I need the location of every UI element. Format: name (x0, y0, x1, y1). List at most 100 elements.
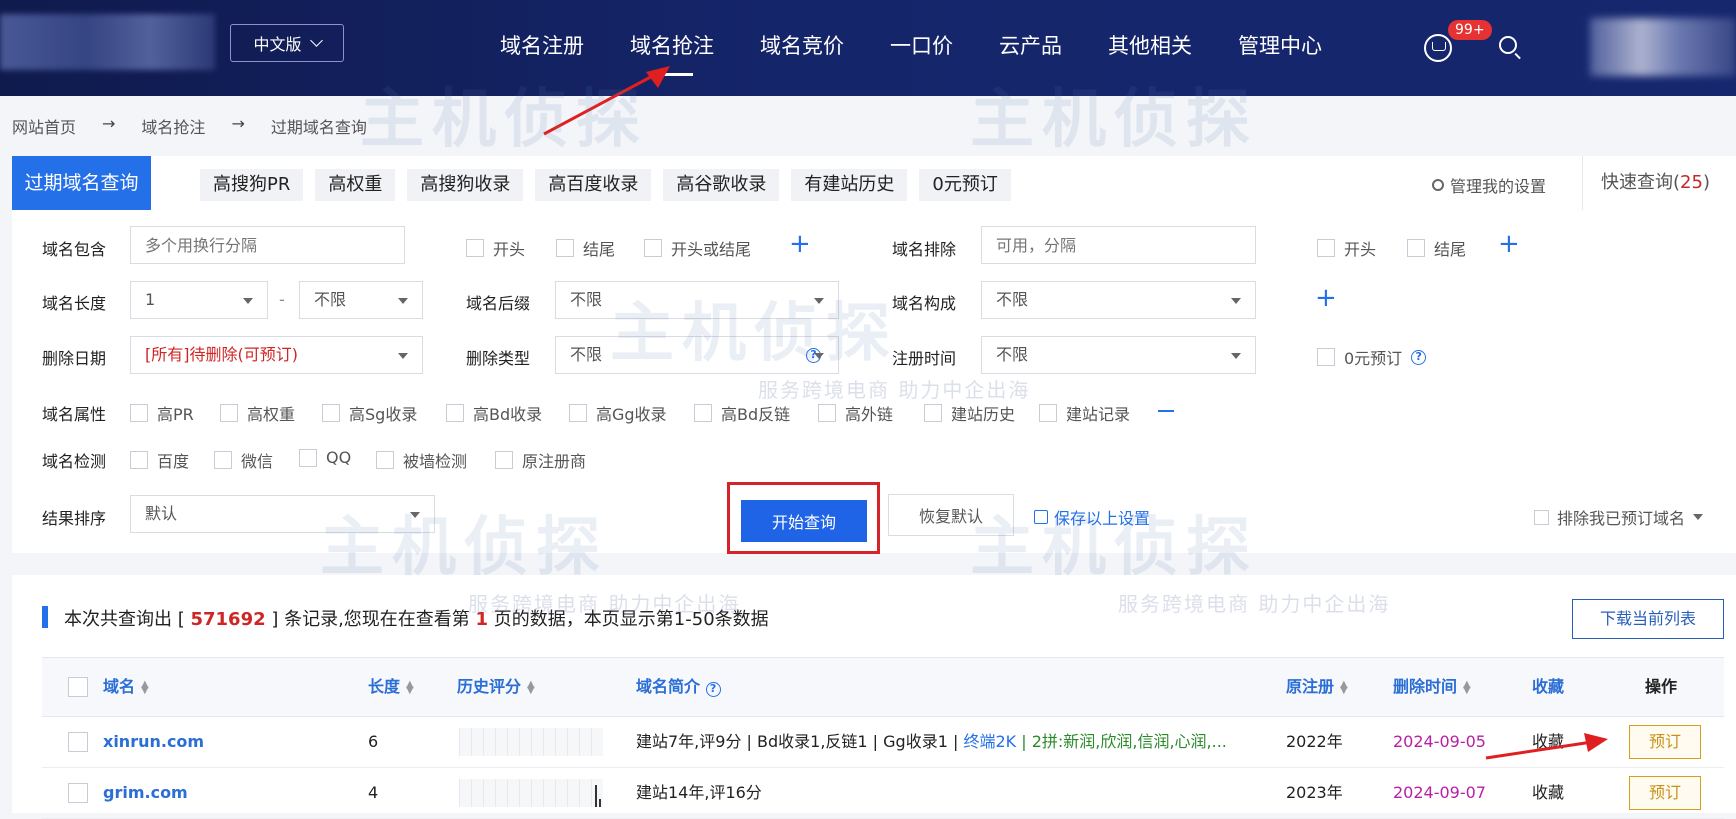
exclude-my-reserved-checkbox[interactable]: 排除我已预订域名 (1534, 505, 1704, 529)
length-max-select[interactable]: 不限 (299, 281, 423, 319)
add-contain-rule-plus-icon[interactable]: + (789, 231, 811, 257)
row-delete-date: 2024-09-05 (1393, 732, 1486, 751)
table-header: 域名 ▲ ▼ 长度 ▲ ▼ 历史评分 ▲ ▼ 域名简介 ? 原注册 ▲ ▼ 删除时间 ▲ ▼ 收藏 … (42, 657, 1724, 717)
contain-end-checkbox[interactable]: 结尾 (556, 236, 615, 260)
delete-date-label: 删除日期 (42, 349, 107, 368)
help-icon[interactable]: ? (806, 348, 821, 363)
col-length[interactable]: 长度 ▲ ▼ (368, 658, 414, 716)
breadcrumb-arrow-icon: → (231, 114, 245, 133)
reg-time-label: 注册时间 (892, 349, 957, 368)
tab-zero-reserve[interactable]: 0元预订 (919, 169, 1011, 201)
attr-high-external-link-checkbox[interactable]: 高外链 (818, 401, 893, 425)
row-domain[interactable]: grim.com (103, 768, 188, 818)
tab-high-sogou-pr[interactable]: 高搜狗PR (200, 169, 304, 201)
col-action: 操作 (1645, 677, 1678, 696)
breadcrumb-snatch[interactable]: 域名抢注 (141, 114, 205, 138)
domain-length-label: 域名长度 (42, 294, 107, 313)
tab-high-baidu-index[interactable]: 高百度收录 (535, 169, 652, 201)
check-wechat-checkbox[interactable]: 微信 (214, 448, 273, 472)
row-favorite-link[interactable]: 收藏 (1532, 768, 1564, 818)
reserve-button[interactable]: 预订 (1629, 725, 1701, 759)
contain-start-or-end-checkbox[interactable]: 开头或结尾 (644, 236, 751, 260)
nav-domain-register[interactable]: 域名注册 (500, 0, 584, 96)
tab-high-google-index[interactable]: 高谷歌收录 (663, 169, 780, 201)
quick-query-tab[interactable]: 快速查询(25) (1582, 156, 1710, 210)
row-favorite-link[interactable]: 收藏 (1532, 717, 1564, 767)
manage-settings-link[interactable]: 管理我的设置 (1432, 173, 1546, 197)
start-query-button[interactable]: 开始查询 (741, 500, 867, 542)
select-all-checkbox[interactable] (68, 677, 88, 697)
domain-contain-input[interactable] (130, 226, 405, 264)
zero-reserve-checkbox[interactable]: 0元预订? (1317, 345, 1427, 369)
row-domain[interactable]: xinrun.com (103, 717, 204, 767)
domain-exclude-label: 域名排除 (892, 240, 957, 259)
row-length: 6 (368, 732, 379, 751)
save-settings-link[interactable]: 保存以上设置 (1034, 505, 1150, 529)
reset-default-button[interactable]: 恢复默认 (888, 494, 1014, 536)
quick-query-count: 25 (1680, 172, 1703, 193)
attr-high-weight-checkbox[interactable]: 高权重 (220, 401, 295, 425)
attr-site-record-checkbox[interactable]: 建站记录 (1039, 401, 1130, 425)
domain-compose-select[interactable]: 不限 (981, 281, 1256, 319)
nav-management-center[interactable]: 管理中心 (1238, 0, 1322, 96)
help-icon[interactable]: ? (1411, 349, 1427, 365)
reserve-button[interactable]: 预订 (1629, 776, 1701, 810)
exclude-end-checkbox[interactable]: 结尾 (1407, 236, 1466, 260)
results-summary: 本次共查询出 [ 571692 ] 条记录,您现在在查看第 1 页的数据，本页显… (64, 609, 769, 630)
cart-icon[interactable] (1424, 34, 1452, 62)
length-min-select[interactable]: 1 (130, 281, 268, 319)
tab-high-weight[interactable]: 高权重 (315, 169, 396, 201)
domain-suffix-select[interactable]: 不限 (555, 281, 839, 319)
reg-time-select[interactable]: 不限 (981, 336, 1256, 374)
breadcrumb-home[interactable]: 网站首页 (12, 114, 76, 138)
add-compose-rule-plus-icon[interactable]: + (1315, 285, 1337, 311)
check-baidu-checkbox[interactable]: 百度 (130, 448, 189, 472)
download-list-button[interactable]: 下载当前列表 (1572, 599, 1724, 639)
col-domain-intro: 域名简介 ? (636, 658, 721, 716)
attr-high-pr-checkbox[interactable]: 高PR (130, 401, 194, 425)
row-checkbox[interactable] (68, 732, 88, 752)
col-delete-time[interactable]: 删除时间 ▲ ▼ (1393, 658, 1471, 716)
caret-down-icon (1693, 514, 1704, 520)
nav-others[interactable]: 其他相关 (1108, 0, 1192, 96)
sort-icon: ▲ ▼ (406, 678, 414, 696)
sort-select[interactable]: 默认 (130, 495, 435, 533)
nav-domain-auction[interactable]: 域名竞价 (760, 0, 844, 96)
delete-type-select[interactable]: 不限? (555, 336, 839, 374)
tab-high-sogou-index[interactable]: 高搜狗收录 (407, 169, 524, 201)
add-exclude-rule-plus-icon[interactable]: + (1498, 231, 1520, 257)
attr-site-history-checkbox[interactable]: 建站历史 (924, 401, 1015, 425)
col-original-reg[interactable]: 原注册 ▲ ▼ (1286, 658, 1348, 716)
results-section: 本次共查询出 [ 571692 ] 条记录,您现在在查看第 1 页的数据，本页显… (12, 575, 1736, 819)
attr-high-bd-backlink-checkbox[interactable]: 高Bd反链 (694, 401, 790, 425)
domain-exclude-input[interactable] (981, 226, 1256, 264)
domain-contain-label: 域名包含 (42, 240, 107, 259)
nav-fixed-price[interactable]: 一口价 (890, 0, 953, 96)
check-original-registrar-checkbox[interactable]: 原注册商 (495, 448, 586, 472)
delete-date-select[interactable]: [所有]待删除(可预订) (130, 336, 423, 374)
attr-high-bd-index-checkbox[interactable]: 高Bd收录 (446, 401, 542, 425)
col-history-score[interactable]: 历史评分 ▲ ▼ (457, 658, 535, 716)
site-logo[interactable] (0, 14, 215, 70)
language-selector[interactable]: 中文版 (230, 24, 344, 62)
attr-high-sg-index-checkbox[interactable]: 高Sg收录 (322, 401, 417, 425)
exclude-start-checkbox[interactable]: 开头 (1317, 236, 1376, 260)
nav-domain-snatch[interactable]: 域名抢注 (630, 0, 714, 96)
length-range-dash: - (279, 290, 285, 309)
collapse-attrs-minus-icon[interactable] (1158, 410, 1174, 412)
contain-start-checkbox[interactable]: 开头 (466, 236, 525, 260)
nav-cloud-products[interactable]: 云产品 (999, 0, 1062, 96)
user-avatar[interactable] (1590, 18, 1736, 76)
attr-high-gg-index-checkbox[interactable]: 高Gg收录 (569, 401, 667, 425)
row-checkbox[interactable] (68, 783, 88, 803)
check-qq-checkbox[interactable]: QQ (299, 448, 351, 467)
search-icon[interactable] (1499, 36, 1517, 54)
tab-site-history[interactable]: 有建站历史 (791, 169, 908, 201)
col-domain[interactable]: 域名 ▲ ▼ (103, 658, 149, 716)
table-row: xinrun.com 6 建站7年,评9分 | Bd收录1,反链1 | Gg收录… (42, 717, 1724, 768)
tab-bar: 过期域名查询 高搜狗PR 高权重 高搜狗收录 高百度收录 高谷歌收录 有建站历史… (12, 156, 1736, 211)
check-blocked-checkbox[interactable]: 被墙检测 (376, 448, 467, 472)
help-icon[interactable]: ? (705, 682, 721, 697)
row-delete-date: 2024-09-07 (1393, 783, 1486, 802)
tab-expired-domain-query[interactable]: 过期域名查询 (12, 156, 151, 210)
